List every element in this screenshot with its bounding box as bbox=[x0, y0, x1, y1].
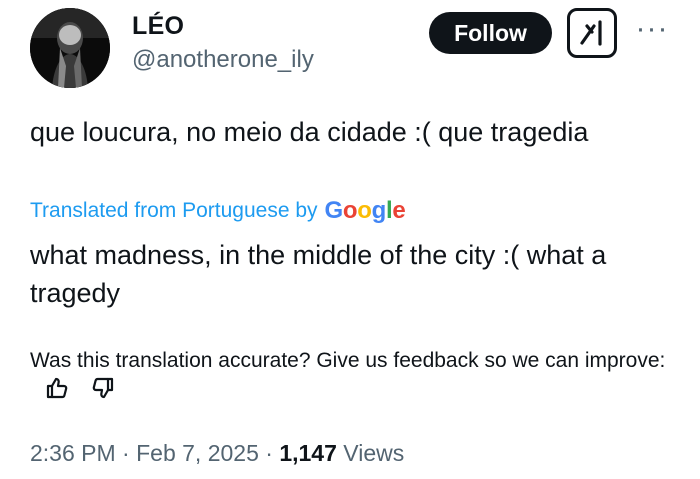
meta-separator: · bbox=[122, 440, 130, 466]
translation-attribution: Translated from Portuguese by Google bbox=[30, 197, 406, 225]
views-label: Views bbox=[343, 440, 405, 466]
google-logo-letter: o bbox=[357, 197, 372, 224]
tweet-date[interactable]: Feb 7, 2025 bbox=[136, 440, 259, 466]
google-logo-letter: o bbox=[342, 197, 358, 224]
tweet-time[interactable]: 2:36 PM bbox=[30, 440, 116, 466]
translated-from-link[interactable]: Translated from Portuguese by bbox=[30, 199, 318, 223]
avatar[interactable] bbox=[30, 8, 110, 88]
views-count: 1,147 bbox=[279, 440, 337, 466]
translation-feedback: Was this translation accurate? Give us f… bbox=[30, 346, 670, 404]
tweet-text: que loucura, no meio da cidade :( que tr… bbox=[30, 117, 589, 147]
google-logo-letter: e bbox=[392, 197, 406, 224]
follow-button[interactable]: Follow bbox=[429, 12, 552, 54]
author-display-name[interactable]: LÉO bbox=[132, 12, 184, 41]
feedback-prompt: Was this translation accurate? Give us f… bbox=[30, 349, 666, 372]
grok-icon bbox=[580, 20, 602, 46]
thumbs-up-icon[interactable] bbox=[44, 375, 70, 401]
translated-text: what madness, in the middle of the city … bbox=[30, 240, 607, 308]
author-handle[interactable]: @anotherone_ily bbox=[132, 46, 314, 74]
google-logo: Google bbox=[325, 197, 406, 225]
tweet-meta: 2:36 PM · Feb 7, 2025 · 1,147 Views bbox=[30, 440, 404, 467]
thumbs-down-icon[interactable] bbox=[90, 375, 116, 401]
google-logo-letter: G bbox=[324, 197, 344, 224]
more-options-icon[interactable]: ··· bbox=[634, 14, 670, 44]
meta-separator-2: · bbox=[265, 440, 273, 466]
grok-button[interactable] bbox=[567, 8, 617, 58]
google-logo-letter: g bbox=[371, 197, 387, 224]
avatar-image bbox=[30, 8, 110, 88]
